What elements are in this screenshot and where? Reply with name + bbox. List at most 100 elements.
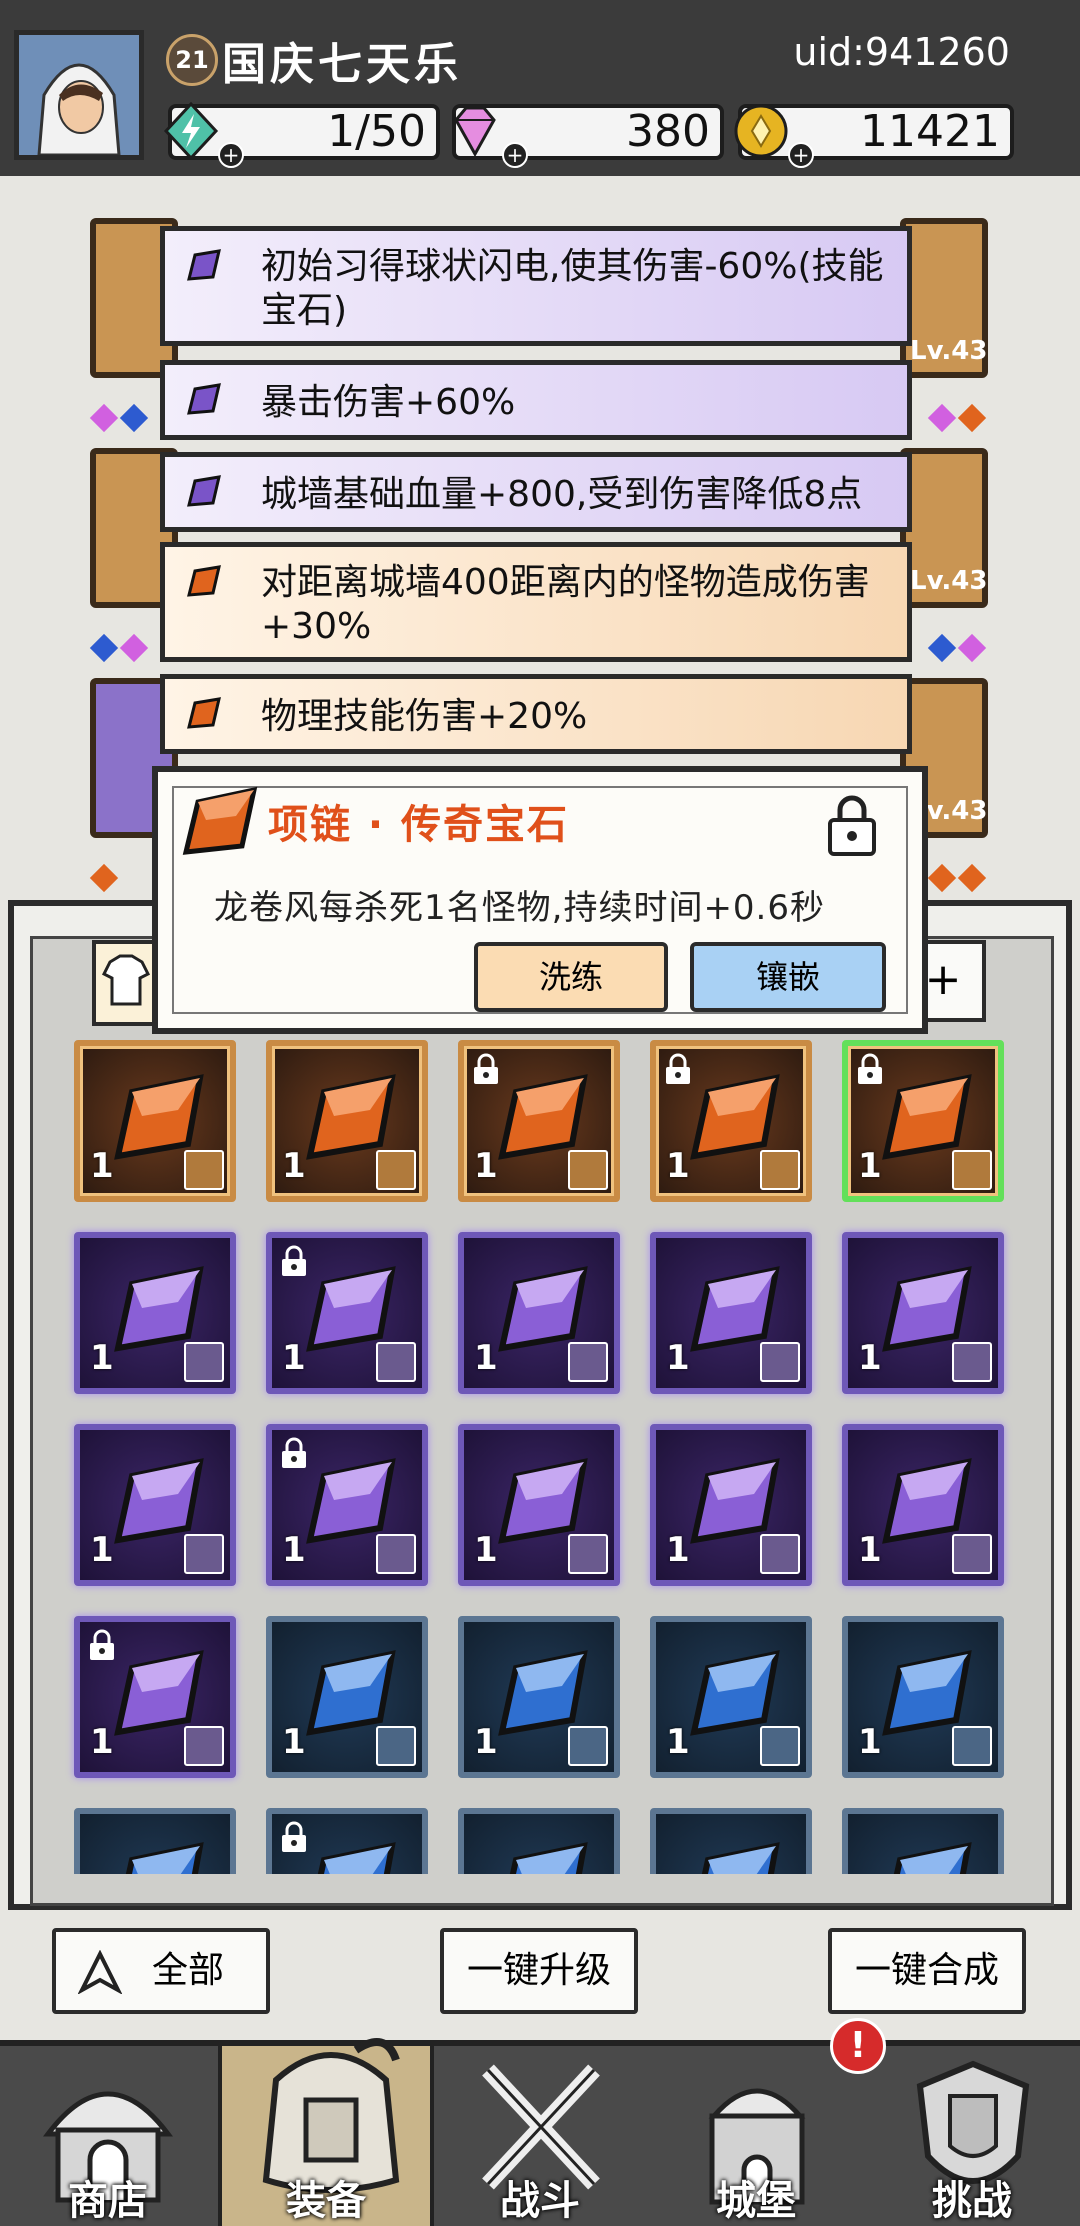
equipment-type-icon (568, 1342, 608, 1382)
gem-slot[interactable] (266, 1808, 428, 1874)
equipment-type-icon (376, 1534, 416, 1574)
purple-gem-icon (187, 475, 221, 507)
nav-castle[interactable]: ! 城堡 (648, 2018, 886, 2226)
nav-challenge[interactable]: 挑战 (864, 2046, 1080, 2226)
nav-equipment[interactable]: 装备 (218, 2038, 434, 2226)
gem-slot[interactable] (650, 1808, 812, 1874)
gem-effect-row: 对距离城墙400距离内的怪物造成伤害+30% (160, 542, 912, 662)
gem-effect-row: 物理技能伤害+20% (160, 674, 912, 754)
inlay-button[interactable]: 镶嵌 (690, 942, 886, 1012)
gem-count: 1 (666, 1722, 690, 1762)
gem-count: 1 (858, 1722, 882, 1762)
gem-slot[interactable]: 1 (842, 1424, 1004, 1586)
gem-slot[interactable]: 1 (458, 1040, 620, 1202)
merge-all-button[interactable]: 一键合成 (828, 1928, 1026, 2014)
diamond-plus-icon[interactable]: + (502, 142, 528, 168)
gold-plus-icon[interactable]: + (788, 142, 814, 168)
filter-all-button[interactable]: 全部 (52, 1928, 270, 2014)
gem-slot[interactable]: 1 (842, 1232, 1004, 1394)
nav-challenge-label: 挑战 (932, 2178, 1012, 2224)
gear-slot-right-1[interactable]: Lv.43 (900, 218, 988, 378)
nav-castle-label: 城堡 (716, 2178, 796, 2224)
gem-slot[interactable] (74, 1808, 236, 1874)
gem-slot[interactable]: 1 (650, 1616, 812, 1778)
gem-slot[interactable]: 1 (842, 1040, 1004, 1202)
nav-shop-label: 商店 (68, 2178, 148, 2224)
gem-count: 1 (858, 1146, 882, 1186)
reroll-button[interactable]: 洗练 (474, 942, 668, 1012)
gem-slot[interactable]: 1 (650, 1040, 812, 1202)
gem-slot[interactable]: 1 (650, 1232, 812, 1394)
gem-count: 1 (858, 1338, 882, 1378)
equipment-type-icon (568, 1726, 608, 1766)
gem-effect-text: 暴击伤害+60% (261, 382, 516, 423)
gem-count: 1 (282, 1530, 306, 1570)
equipment-type-icon (760, 1726, 800, 1766)
level-badge: 21 (166, 34, 218, 86)
energy-value: 1/50 (327, 106, 426, 157)
gem-count: 1 (474, 1146, 498, 1186)
gem-slot[interactable]: 1 (74, 1616, 236, 1778)
diamond-counter[interactable]: + 380 (452, 104, 724, 168)
gem-count: 1 (90, 1338, 114, 1378)
gem-slot[interactable]: 1 (74, 1040, 236, 1202)
lock-icon (858, 1053, 882, 1084)
gold-counter[interactable]: + 11421 (734, 104, 1014, 168)
upgrade-all-button[interactable]: 一键升级 (440, 1928, 638, 2014)
gem-slot[interactable]: 1 (842, 1616, 1004, 1778)
gem-count: 1 (90, 1146, 114, 1186)
energy-counter[interactable]: + 1/50 (163, 102, 440, 168)
energy-plus-icon[interactable]: + (218, 142, 244, 168)
gem-effect-row: 城墙基础血量+800,受到伤害降低8点 (160, 452, 912, 532)
gem-slot[interactable]: 1 (650, 1424, 812, 1586)
gem-slot[interactable]: 1 (458, 1424, 620, 1586)
lock-icon (474, 1053, 498, 1084)
lock-icon (666, 1053, 690, 1084)
equipment-type-icon (184, 1726, 224, 1766)
lock-icon[interactable] (826, 792, 878, 858)
gem-slot[interactable]: 1 (74, 1424, 236, 1586)
gem-count: 1 (474, 1722, 498, 1762)
gem-slot[interactable] (842, 1808, 1004, 1874)
nav-shop[interactable]: 商店 (0, 2046, 216, 2226)
equipment-type-icon (952, 1726, 992, 1766)
gem-count: 1 (666, 1530, 690, 1570)
gem-slot[interactable]: 1 (458, 1232, 620, 1394)
gem-slot[interactable] (458, 1808, 620, 1874)
nav-battle[interactable]: 战斗 (432, 2046, 648, 2226)
gem-effect-text: 物理技能伤害+20% (261, 696, 588, 737)
triangle-arrow-icon (78, 1950, 122, 1994)
gem-count: 1 (666, 1338, 690, 1378)
gem-count: 1 (282, 1722, 306, 1762)
equipment-type-icon (184, 1150, 224, 1190)
equipment-type-icon (760, 1150, 800, 1190)
gold-value: 11421 (860, 106, 1000, 157)
gem-inventory-grid: 1 1 1 1 1 1 1 1 1 1 1 1 1 1 1 1 1 1 1 1 (30, 1040, 1050, 1874)
gem-slot[interactable]: 1 (74, 1232, 236, 1394)
gem-slot[interactable]: 1 (266, 1616, 428, 1778)
blue-gem-icon (317, 1842, 396, 1874)
lock-icon (282, 1437, 306, 1468)
equipment-type-icon (952, 1534, 992, 1574)
gear-slot-right-2[interactable]: Lv.43 (900, 448, 988, 608)
blue-gem-icon (509, 1842, 588, 1874)
orange-gem-icon (182, 786, 258, 855)
orange-gem-icon (187, 697, 221, 729)
purple-gem-icon (187, 383, 221, 415)
gem-effect-text: 城墙基础血量+800,受到伤害降低8点 (261, 474, 863, 515)
gem-slot[interactable]: 1 (458, 1616, 620, 1778)
popup-description: 龙卷风每杀死1名怪物,持续时间+0.6秒 (214, 888, 825, 928)
equipment-type-icon (760, 1534, 800, 1574)
player-uid: uid:941260 (793, 30, 1010, 74)
gem-slot[interactable]: 1 (266, 1040, 428, 1202)
equipment-type-icon (568, 1534, 608, 1574)
gem-slot[interactable]: 1 (266, 1232, 428, 1394)
gem-effect-text: 对距离城墙400距离内的怪物造成伤害+30% (261, 562, 870, 647)
player-avatar[interactable] (14, 30, 144, 160)
diamond-icon (454, 106, 496, 158)
equipment-type-icon (760, 1342, 800, 1382)
lock-icon (282, 1821, 306, 1852)
gem-slot[interactable]: 1 (266, 1424, 428, 1586)
equipment-type-icon (184, 1342, 224, 1382)
gold-coin-icon (734, 104, 788, 158)
